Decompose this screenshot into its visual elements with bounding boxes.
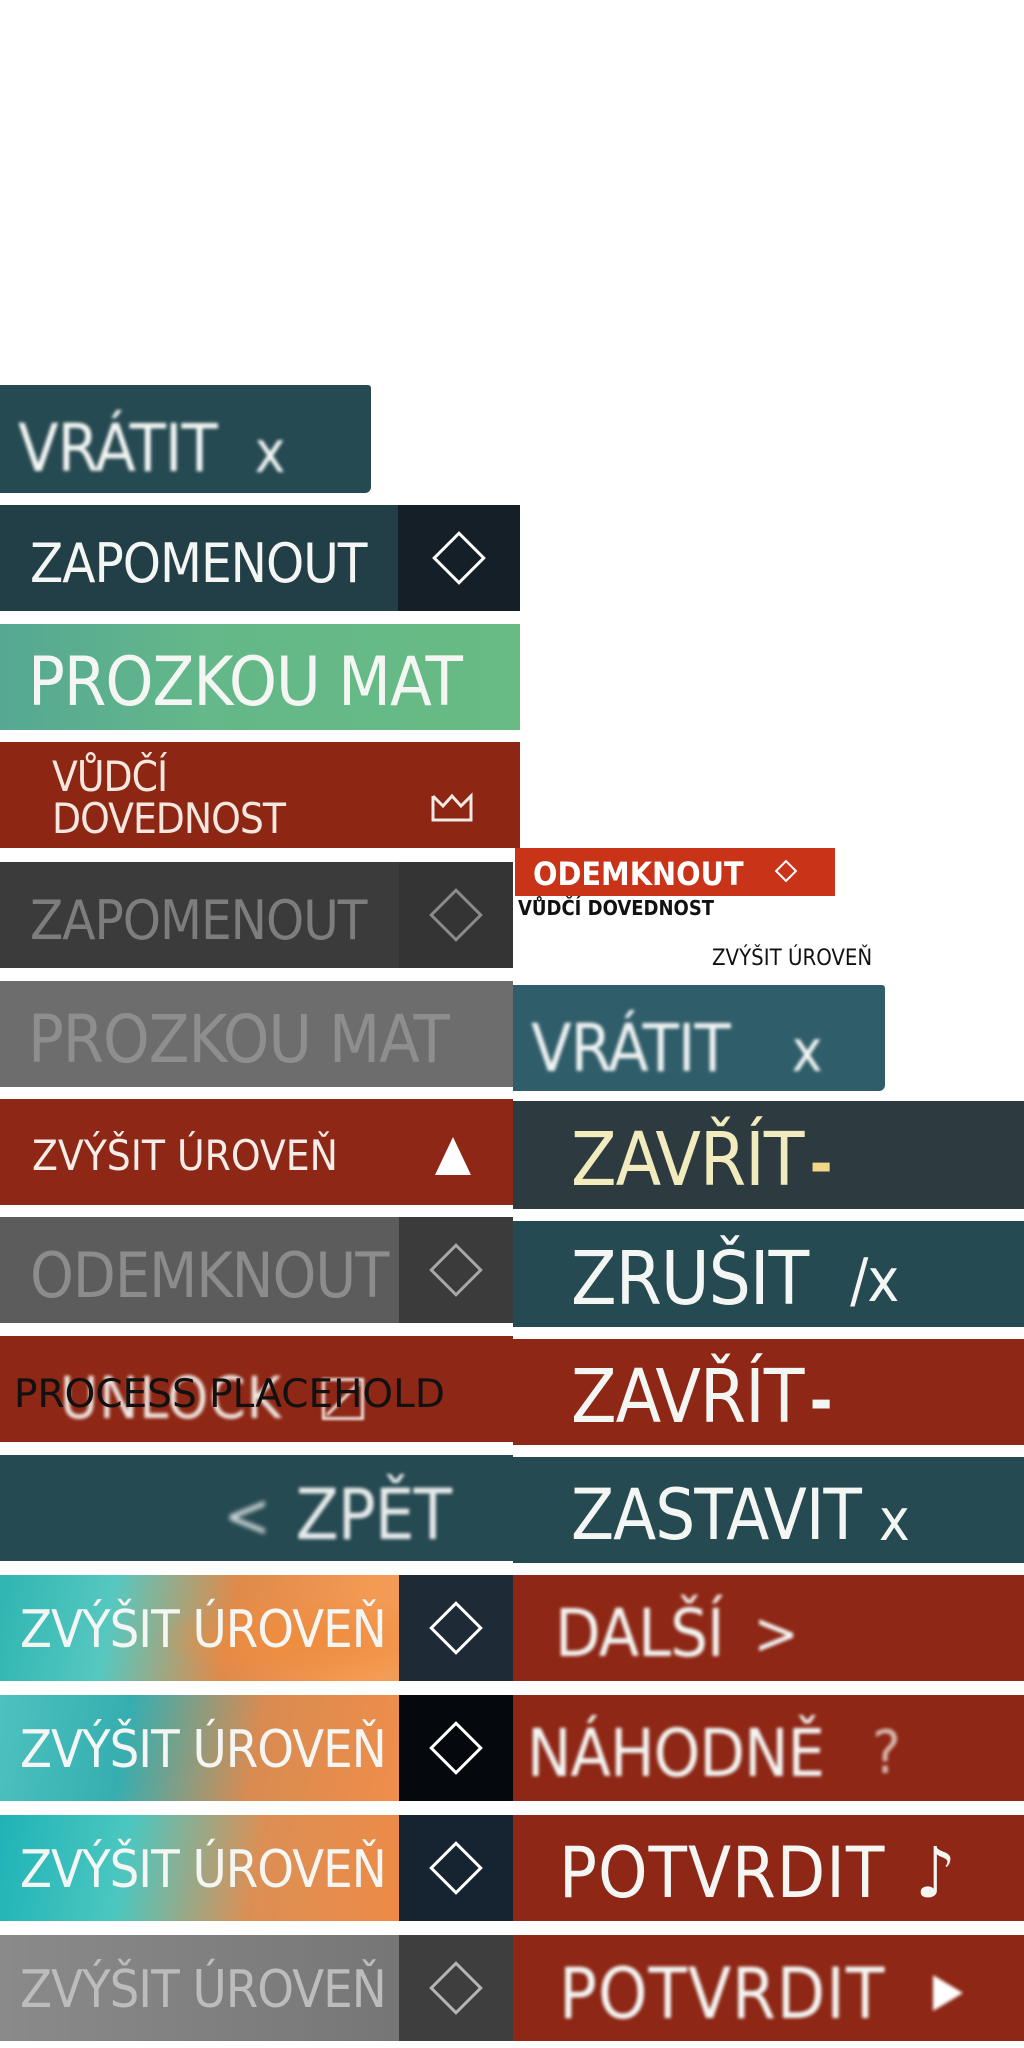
potvrdit-music-button[interactable]: POTVRDIT ♪ [513, 1815, 1024, 1921]
zvysit-gradient-label-2: ZVÝŠIT ÚROVEŇ [20, 1720, 387, 1780]
vudci-dovednost-button[interactable]: VŮDČÍ DOVEDNOST [0, 742, 520, 848]
odemknout-small-button[interactable]: ODEMKNOUT [515, 848, 835, 896]
zvysit-uroven-text: ZVÝŠIT ÚROVEŇ [712, 946, 873, 971]
diamond-icon [399, 1695, 513, 1801]
zavrit-red-button[interactable]: ZAVŘÍT - [513, 1339, 1024, 1445]
zvysit-gradient-label-1: ZVÝŠIT ÚROVEŇ [20, 1600, 387, 1660]
zapomenout-disabled-button[interactable]: ZAPOMENOUT [0, 862, 513, 968]
minus-icon: - [809, 1363, 832, 1437]
diamond-icon [399, 1935, 513, 2041]
close-x-icon: x [791, 1017, 823, 1085]
zapomenout-label: ZAPOMENOUT [30, 531, 367, 595]
back-arrow-icon: < [223, 1478, 271, 1552]
vratit-right-label: VRÁTIT [531, 1009, 731, 1087]
odemknout-disabled-label: ODEMKNOUT [30, 1238, 389, 1312]
zastavit-label: ZASTAVIT [571, 1474, 862, 1556]
zavrit-dark-label: ZAVŘÍT [571, 1117, 804, 1203]
diamond-icon [398, 505, 520, 611]
vudci-label-line2: DOVEDNOST [52, 794, 286, 843]
play-icon [933, 1975, 964, 2011]
zvysit-gray-label: ZVÝŠIT ÚROVEŇ [20, 1960, 387, 2020]
zvysit-gradient-button-2[interactable]: ZVÝŠIT ÚROVEŇ [0, 1695, 513, 1801]
prozkoumat-button[interactable]: PROZKOU MAT [0, 624, 520, 730]
nahodne-button[interactable]: NÁHODNĚ ? [513, 1695, 1024, 1801]
triangle-up-icon [435, 1137, 471, 1175]
process-placeholder-overlay: PROCESS PLACEHOLD [14, 1372, 445, 1417]
dalsi-label: DALŠÍ [555, 1594, 724, 1672]
nahodne-label: NÁHODNĚ [527, 1714, 825, 1792]
zvysit-gray-button[interactable]: ZVÝŠIT ÚROVEŇ [0, 1935, 513, 2041]
zrusit-button[interactable]: ZRUŠIT /x [513, 1221, 1024, 1327]
diamond-icon [399, 1217, 513, 1323]
zapomenout-button[interactable]: ZAPOMENOUT [0, 505, 520, 611]
next-arrow-icon: > [753, 1599, 798, 1669]
diamond-icon [399, 1815, 513, 1921]
prozkoumat-disabled-button[interactable]: PROZKOU MAT [0, 981, 513, 1087]
zvysit-uroven-label: ZVÝŠIT ÚROVEŇ [32, 1130, 338, 1180]
dalsi-button[interactable]: DALŠÍ > [513, 1575, 1024, 1681]
zvysit-uroven-button[interactable]: ZVÝŠIT ÚROVEŇ [0, 1099, 513, 1205]
zvysit-gradient-label-3: ZVÝŠIT ÚROVEŇ [20, 1840, 387, 1900]
potvrdit-play-label: POTVRDIT [559, 1953, 886, 2035]
zpet-label: ZPĚT [295, 1474, 452, 1556]
minus-icon: - [809, 1126, 832, 1200]
crown-icon [430, 792, 474, 828]
zastavit-button[interactable]: ZASTAVIT x [513, 1457, 1024, 1563]
zvysit-gradient-button-3[interactable]: ZVÝŠIT ÚROVEŇ [0, 1815, 513, 1921]
unlock-button[interactable]: UNLOCK PROCESS PLACEHOLD [0, 1336, 513, 1442]
vratit-right-button[interactable]: VRÁTIT x [513, 985, 885, 1091]
diamond-icon [399, 862, 513, 968]
vratit-label: VRÁTIT [18, 409, 218, 487]
zvysit-gradient-button-1[interactable]: ZVÝŠIT ÚROVEŇ [0, 1575, 513, 1681]
zavrit-dark-button[interactable]: ZAVŘÍT - [513, 1101, 1024, 1209]
close-x-icon: x [878, 1486, 910, 1554]
zpet-button[interactable]: < ZPĚT [0, 1455, 513, 1561]
cancel-slash-x-icon: /x [850, 1246, 899, 1316]
prozkoumat-disabled-label: PROZKOU MAT [28, 1000, 450, 1078]
prozkoumat-label: PROZKOU MAT [28, 642, 463, 722]
odemknout-subtitle: VŮDČÍ DOVEDNOST [518, 896, 715, 920]
close-x-icon: x [254, 418, 286, 486]
zrusit-label: ZRUŠIT [571, 1236, 809, 1322]
zapomenout-disabled-label: ZAPOMENOUT [30, 888, 367, 952]
potvrdit-play-button[interactable]: POTVRDIT [513, 1935, 1024, 2041]
diamond-icon [399, 1575, 513, 1681]
vratit-button[interactable]: VRÁTIT x [0, 385, 371, 493]
potvrdit-music-label: POTVRDIT [559, 1832, 886, 1914]
zavrit-red-label: ZAVŘÍT [571, 1354, 804, 1440]
vudci-label-line1: VŮDČÍ [52, 752, 168, 801]
odemknout-disabled-button[interactable]: ODEMKNOUT [0, 1217, 513, 1323]
question-icon: ? [872, 1718, 901, 1788]
music-note-icon: ♪ [915, 1832, 955, 1914]
diamond-icon [774, 859, 797, 883]
odemknout-small-label: ODEMKNOUT [533, 855, 744, 893]
